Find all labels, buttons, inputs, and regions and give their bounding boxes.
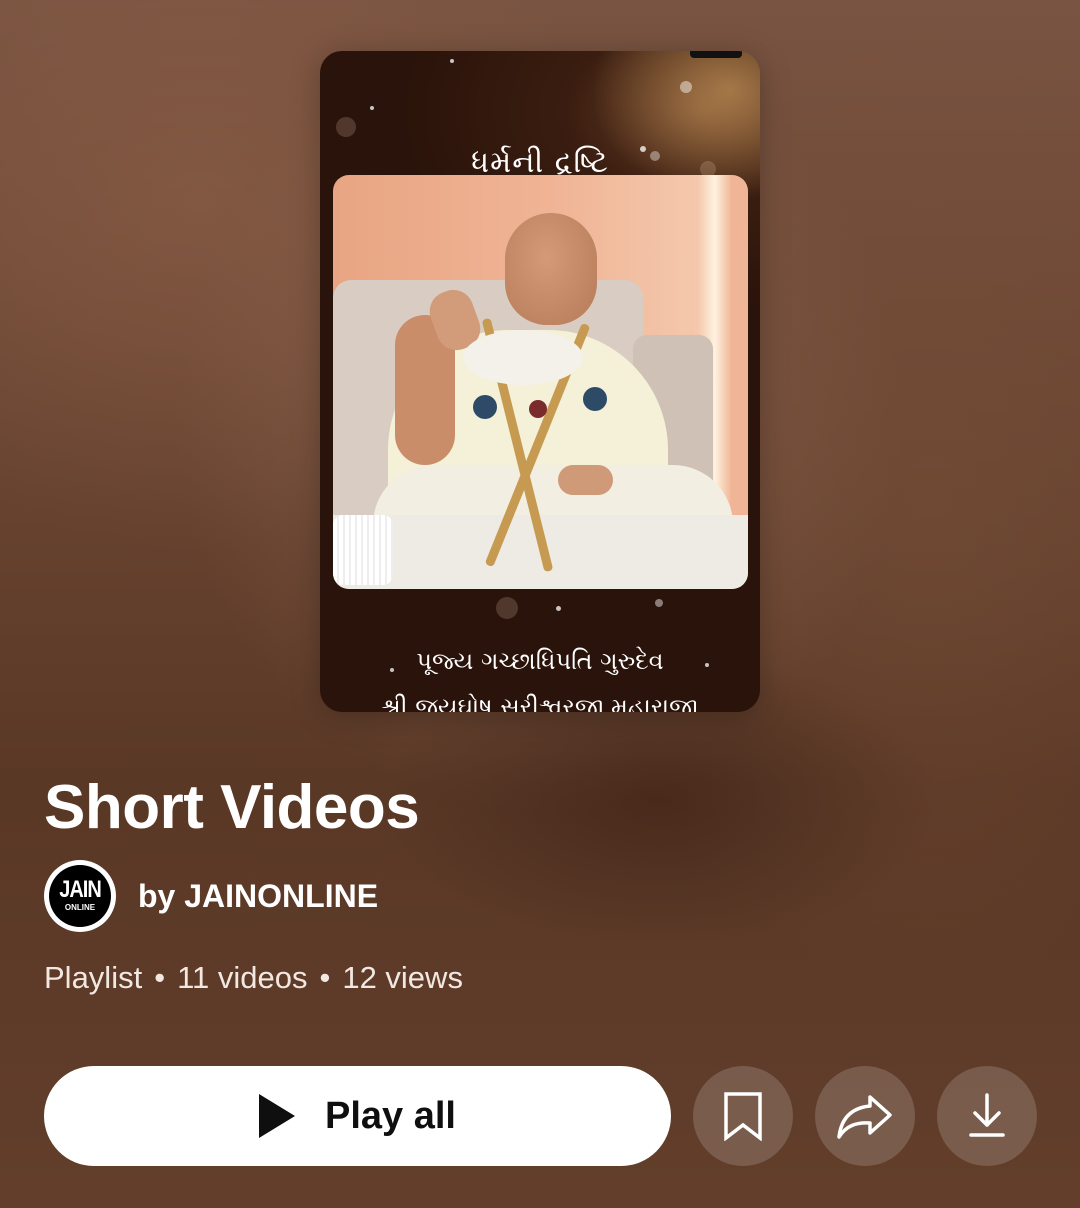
separator: • — [154, 960, 166, 995]
thumbnail-caption-line2: શ્રી જયઘોષ સૂરીશ્વરજી મહારાજા — [381, 693, 699, 712]
play-all-label: Play all — [325, 1094, 456, 1137]
channel-name[interactable]: by JAINONLINE — [138, 878, 378, 915]
photo-bundle — [463, 330, 583, 385]
bokeh — [496, 597, 518, 619]
playlist-thumbnail[interactable]: ધર્મની દ્રષ્ટિ પૂજ્ય ગચ્છાધિપતિ ગુરુદેવ … — [320, 51, 760, 712]
photo-cloth — [333, 515, 393, 585]
separator: • — [319, 960, 331, 995]
bookmark-icon — [724, 1092, 762, 1141]
thumbnail-photo — [333, 175, 748, 589]
avatar-logo-text-bottom: ONLINE — [64, 903, 96, 912]
playlist-type: Playlist — [44, 960, 143, 995]
photo-knot — [583, 387, 607, 411]
play-icon — [259, 1094, 295, 1138]
photo-knot — [529, 400, 547, 418]
view-count: 12 views — [342, 960, 463, 995]
avatar-logo: JAIN ONLINE — [49, 865, 111, 927]
sparkle — [450, 59, 454, 63]
thumbnail-indicator — [690, 51, 742, 58]
play-all-button[interactable]: Play all — [44, 1066, 671, 1166]
sparkle — [680, 81, 692, 93]
sparkle — [556, 606, 561, 611]
video-count: 11 videos — [177, 960, 308, 995]
avatar[interactable]: JAIN ONLINE — [44, 860, 116, 932]
photo-head — [505, 213, 597, 325]
photo-hand — [558, 465, 613, 495]
bokeh — [336, 117, 356, 137]
playlist-stats: Playlist • 11 videos • 12 views — [44, 960, 463, 996]
channel-row[interactable]: JAIN ONLINE by JAINONLINE — [44, 860, 378, 932]
photo-knot — [473, 395, 497, 419]
playlist-title: Short Videos — [44, 773, 420, 842]
sparkle — [370, 106, 374, 110]
thumbnail-caption-line1: પૂજ્ય ગચ્છાધિપતિ ગુરુદેવ — [416, 647, 664, 675]
download-button[interactable] — [937, 1066, 1037, 1166]
download-icon — [969, 1093, 1005, 1137]
share-icon — [837, 1095, 892, 1139]
share-button[interactable] — [815, 1066, 915, 1166]
save-playlist-button[interactable] — [693, 1066, 793, 1166]
sparkle — [655, 599, 663, 607]
avatar-logo-text-top: JAIN — [59, 876, 102, 904]
